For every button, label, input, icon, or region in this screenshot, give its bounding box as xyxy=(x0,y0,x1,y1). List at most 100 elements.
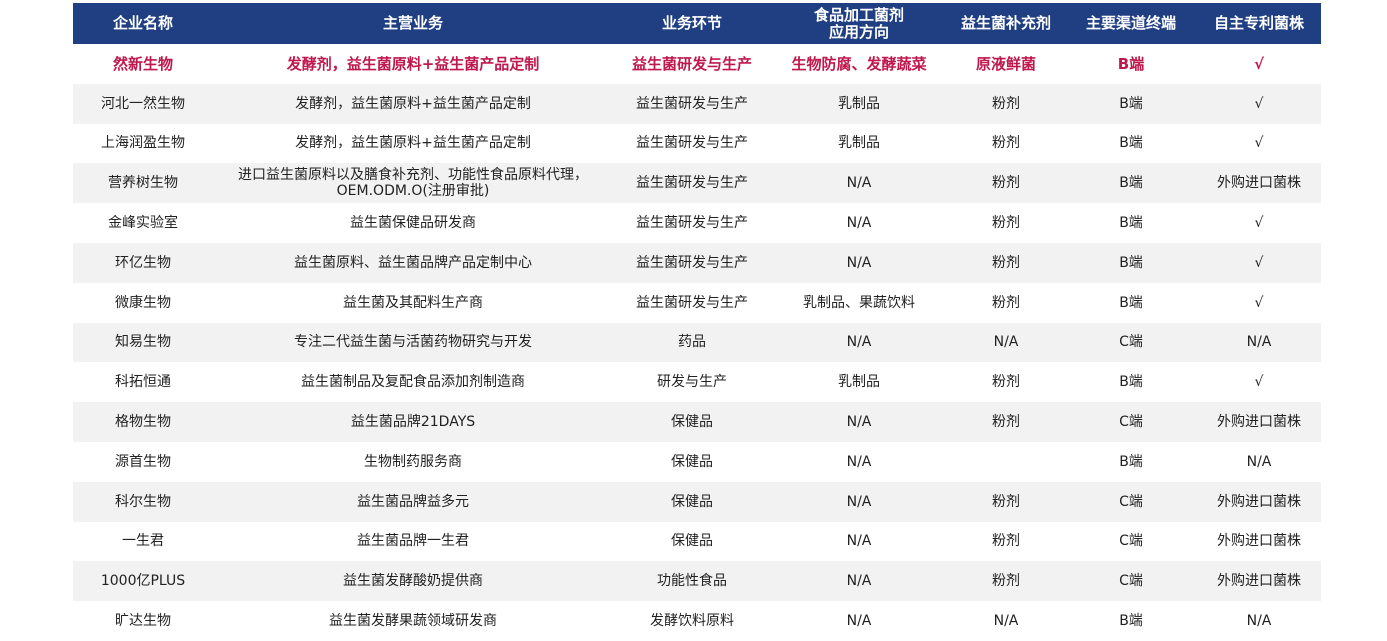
application-cell: 生物防腐、发酵蔬菜 xyxy=(771,44,947,84)
channel-cell: B端 xyxy=(1065,163,1197,204)
company-comparison-table: 企业名称 主营业务 业务环节 食品加工菌剂 应用方向 益生菌补充剂 主要渠道终端… xyxy=(73,3,1321,641)
application-cell: N/A xyxy=(771,481,947,522)
application-cell: N/A xyxy=(771,402,947,442)
channel-cell: B端 xyxy=(1065,242,1197,283)
business-stage-cell: 保健品 xyxy=(613,441,771,482)
business-stage-cell: 益生菌研发与生产 xyxy=(613,282,771,323)
application-cell: N/A xyxy=(771,322,947,363)
channel-cell: B端 xyxy=(1065,83,1197,124)
company-name-cell: 格物生物 xyxy=(73,402,213,442)
application-cell: N/A xyxy=(771,561,947,602)
header-main-business: 主营业务 xyxy=(213,3,613,44)
supplement-cell: 粉剂 xyxy=(947,163,1065,204)
main-business-cell: 发酵剂，益生菌原料+益生菌产品定制 xyxy=(213,44,613,84)
patent-strain-cell: √ xyxy=(1197,282,1321,323)
application-cell: N/A xyxy=(771,521,947,562)
header-main-channel: 主要渠道终端 xyxy=(1065,3,1197,44)
channel-cell: C端 xyxy=(1065,481,1197,522)
header-own-patent-strain: 自主专利菌株 xyxy=(1197,3,1321,44)
application-cell: N/A xyxy=(771,163,947,204)
company-name-cell: 营养树生物 xyxy=(73,163,213,204)
table-row: 一生君 益生菌品牌一生君 保健品 N/A 粉剂 C端 外购进口菌株 xyxy=(73,521,1321,562)
main-business-cell: 发酵剂，益生菌原料+益生菌产品定制 xyxy=(213,83,613,124)
patent-strain-cell: √ xyxy=(1197,362,1321,403)
table-row: 知易生物 专注二代益生菌与活菌药物研究与开发 药品 N/A N/A C端 N/A xyxy=(73,322,1321,363)
company-name-cell: 河北一然生物 xyxy=(73,83,213,124)
channel-cell: B端 xyxy=(1065,601,1197,641)
supplement-cell: 粉剂 xyxy=(947,561,1065,602)
application-cell: N/A xyxy=(771,441,947,482)
patent-strain-cell: √ xyxy=(1197,83,1321,124)
channel-cell: B端 xyxy=(1065,203,1197,243)
channel-cell: B端 xyxy=(1065,44,1197,84)
table-row: 金峰实验室 益生菌保健品研发商 益生菌研发与生产 N/A 粉剂 B端 √ xyxy=(73,203,1321,243)
business-stage-cell: 益生菌研发与生产 xyxy=(613,163,771,204)
channel-cell: C端 xyxy=(1065,322,1197,363)
header-business-stage: 业务环节 xyxy=(613,3,771,44)
supplement-cell xyxy=(947,441,1065,482)
supplement-cell: 粉剂 xyxy=(947,242,1065,283)
supplement-cell: 粉剂 xyxy=(947,123,1065,164)
patent-strain-cell: √ xyxy=(1197,123,1321,164)
main-business-cell: 益生菌原料、益生菌品牌产品定制中心 xyxy=(213,242,613,283)
main-business-cell: 益生菌发酵酸奶提供商 xyxy=(213,561,613,602)
company-name-cell: 旷达生物 xyxy=(73,601,213,641)
table-row: 微康生物 益生菌及其配料生产商 益生菌研发与生产 乳制品、果蔬饮料 粉剂 B端 √ xyxy=(73,282,1321,323)
business-stage-cell: 益生菌研发与生产 xyxy=(613,203,771,243)
patent-strain-cell: 外购进口菌株 xyxy=(1197,402,1321,442)
business-stage-cell: 保健品 xyxy=(613,521,771,562)
patent-strain-cell: N/A xyxy=(1197,601,1321,641)
supplement-cell: 粉剂 xyxy=(947,481,1065,522)
business-stage-cell: 益生菌研发与生产 xyxy=(613,83,771,124)
patent-strain-cell: 外购进口菌株 xyxy=(1197,163,1321,204)
main-business-cell: 益生菌品牌一生君 xyxy=(213,521,613,562)
main-business-cell: 益生菌制品及复配食品添加剂制造商 xyxy=(213,362,613,403)
channel-cell: C端 xyxy=(1065,561,1197,602)
application-cell: N/A xyxy=(771,203,947,243)
table-row: 旷达生物 益生菌发酵果蔬领域研发商 发酵饮料原料 N/A N/A B端 N/A xyxy=(73,601,1321,641)
supplement-cell: 粉剂 xyxy=(947,402,1065,442)
business-stage-cell: 益生菌研发与生产 xyxy=(613,44,771,84)
patent-strain-cell: 外购进口菌株 xyxy=(1197,521,1321,562)
main-business-cell: 生物制药服务商 xyxy=(213,441,613,482)
table-row: 科尔生物 益生菌品牌益多元 保健品 N/A 粉剂 C端 外购进口菌株 xyxy=(73,481,1321,522)
business-stage-cell: 益生菌研发与生产 xyxy=(613,242,771,283)
main-business-cell: 专注二代益生菌与活菌药物研究与开发 xyxy=(213,322,613,363)
channel-cell: B端 xyxy=(1065,282,1197,323)
company-name-cell: 上海润盈生物 xyxy=(73,123,213,164)
table-row: 1000亿PLUS 益生菌发酵酸奶提供商 功能性食品 N/A 粉剂 C端 外购进口菌株 xyxy=(73,561,1321,602)
company-name-cell: 1000亿PLUS xyxy=(73,561,213,602)
business-stage-cell: 保健品 xyxy=(613,402,771,442)
application-cell: N/A xyxy=(771,242,947,283)
patent-strain-cell: √ xyxy=(1197,203,1321,243)
channel-cell: B端 xyxy=(1065,441,1197,482)
patent-strain-cell: N/A xyxy=(1197,441,1321,482)
patent-strain-cell: 外购进口菌株 xyxy=(1197,481,1321,522)
table-row: 营养树生物 进口益生菌原料以及膳食补充剂、功能性食品原料代理，OEM.ODM.O(… xyxy=(73,163,1321,204)
business-stage-cell: 发酵饮料原料 xyxy=(613,601,771,641)
channel-cell: B端 xyxy=(1065,123,1197,164)
supplement-cell: 粉剂 xyxy=(947,282,1065,323)
channel-cell: C端 xyxy=(1065,402,1197,442)
supplement-cell: N/A xyxy=(947,322,1065,363)
application-cell: N/A xyxy=(771,601,947,641)
main-business-cell: 益生菌保健品研发商 xyxy=(213,203,613,243)
business-stage-cell: 益生菌研发与生产 xyxy=(613,123,771,164)
supplement-cell: N/A xyxy=(947,601,1065,641)
patent-strain-cell: N/A xyxy=(1197,322,1321,363)
table-row: 科拓恒通 益生菌制品及复配食品添加剂制造商 研发与生产 乳制品 粉剂 B端 √ xyxy=(73,362,1321,403)
company-name-cell: 一生君 xyxy=(73,521,213,562)
main-business-cell: 益生菌发酵果蔬领域研发商 xyxy=(213,601,613,641)
business-stage-cell: 研发与生产 xyxy=(613,362,771,403)
company-name-cell: 知易生物 xyxy=(73,322,213,363)
table-row: 然新生物 发酵剂，益生菌原料+益生菌产品定制 益生菌研发与生产 生物防腐、发酵蔬菜 原液… xyxy=(73,44,1321,84)
application-cell: 乳制品 xyxy=(771,83,947,124)
table-row: 河北一然生物 发酵剂，益生菌原料+益生菌产品定制 益生菌研发与生产 乳制品 粉剂 B端 √ xyxy=(73,83,1321,124)
channel-cell: C端 xyxy=(1065,521,1197,562)
table-row: 环亿生物 益生菌原料、益生菌品牌产品定制中心 益生菌研发与生产 N/A 粉剂 B端 √ xyxy=(73,242,1321,283)
business-stage-cell: 药品 xyxy=(613,322,771,363)
main-business-cell: 发酵剂，益生菌原料+益生菌产品定制 xyxy=(213,123,613,164)
main-business-cell: 益生菌品牌21DAYS xyxy=(213,402,613,442)
company-name-cell: 环亿生物 xyxy=(73,242,213,283)
company-name-cell: 微康生物 xyxy=(73,282,213,323)
